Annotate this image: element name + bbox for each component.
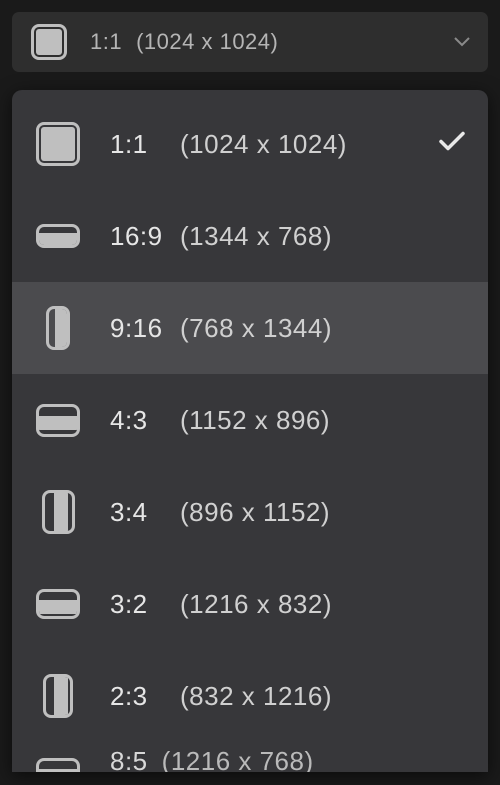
- dimensions-text: (768 x 1344): [180, 313, 332, 344]
- aspect-ratio-option[interactable]: 8:5 (1216 x 768): [12, 742, 488, 772]
- aspect-ratio-option-label: 3:2 (1216 x 832): [110, 589, 332, 620]
- ratio-text: 9:16: [110, 313, 166, 344]
- aspect-ratio-option[interactable]: 3:4 (896 x 1152): [12, 466, 488, 558]
- aspect-ratio-option[interactable]: 3:2 (1216 x 832): [12, 558, 488, 650]
- aspect-ratio-option-label: 9:16 (768 x 1344): [110, 313, 332, 344]
- aspect-ratio-option[interactable]: 1:1 (1024 x 1024): [12, 98, 488, 190]
- aspect-ratio-option-label: 16:9 (1344 x 768): [110, 221, 332, 252]
- aspect-ratio-option-label: 8:5 (1216 x 768): [110, 746, 314, 772]
- ratio-text: 1:1: [90, 29, 122, 55]
- aspect-ratio-icon: [32, 118, 84, 170]
- ratio-text: 2:3: [110, 681, 166, 712]
- aspect-ratio-icon: [32, 670, 84, 722]
- aspect-ratio-icon: [26, 19, 72, 65]
- aspect-ratio-icon: [32, 746, 84, 772]
- aspect-ratio-icon: [32, 210, 84, 262]
- aspect-ratio-option-label: 2:3 (832 x 1216): [110, 681, 332, 712]
- aspect-ratio-icon: [32, 302, 84, 354]
- dimensions-text: (1152 x 896): [180, 405, 330, 436]
- ratio-text: 1:1: [110, 129, 166, 160]
- chevron-down-icon: [454, 37, 470, 47]
- aspect-ratio-option[interactable]: 9:16 (768 x 1344): [12, 282, 488, 374]
- ratio-text: 3:2: [110, 589, 166, 620]
- aspect-ratio-option-label: 4:3 (1152 x 896): [110, 405, 330, 436]
- ratio-text: 4:3: [110, 405, 166, 436]
- aspect-ratio-icon: [32, 578, 84, 630]
- aspect-ratio-selector[interactable]: 1:1 (1024 x 1024): [12, 12, 488, 72]
- aspect-ratio-option-label: 1:1 (1024 x 1024): [110, 129, 347, 160]
- dimensions-text: (1024 x 1024): [136, 29, 278, 55]
- aspect-ratio-icon: [32, 394, 84, 446]
- aspect-ratio-selected-label: 1:1 (1024 x 1024): [90, 29, 278, 55]
- dimensions-text: (896 x 1152): [180, 497, 330, 528]
- dimensions-text: (1024 x 1024): [180, 129, 347, 160]
- ratio-text: 8:5: [110, 746, 148, 772]
- aspect-ratio-option[interactable]: 2:3 (832 x 1216): [12, 650, 488, 742]
- aspect-ratio-icon: [32, 486, 84, 538]
- ratio-text: 16:9: [110, 221, 166, 252]
- dimensions-text: (1216 x 832): [180, 589, 332, 620]
- aspect-ratio-dropdown: 1:1 (1024 x 1024) 16:9 (1344 x 768) 9:16 (768…: [12, 90, 488, 772]
- aspect-ratio-option[interactable]: 4:3 (1152 x 896): [12, 374, 488, 466]
- ratio-text: 3:4: [110, 497, 166, 528]
- aspect-ratio-option[interactable]: 16:9 (1344 x 768): [12, 190, 488, 282]
- dimensions-text: (832 x 1216): [180, 681, 332, 712]
- dimensions-text: (1216 x 768): [162, 746, 314, 772]
- check-icon: [438, 131, 466, 158]
- dimensions-text: (1344 x 768): [180, 221, 332, 252]
- aspect-ratio-option-label: 3:4 (896 x 1152): [110, 497, 330, 528]
